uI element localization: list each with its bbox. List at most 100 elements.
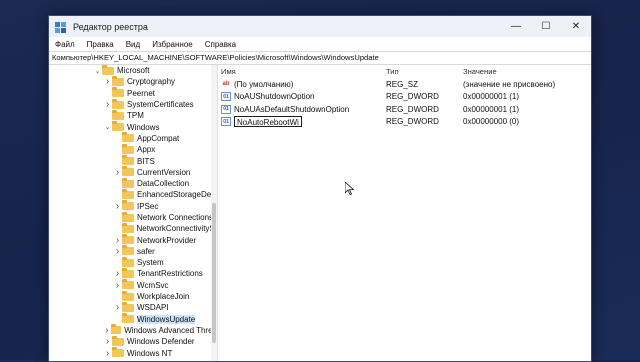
tree-item[interactable]: ⌄ Windows: [49, 121, 217, 132]
rename-value-input[interactable]: NoAutoRebootWi: [234, 116, 302, 128]
chevron-right-icon[interactable]: ›: [113, 302, 122, 313]
folder-icon: [110, 324, 122, 335]
tree-item-label: IPSec: [137, 201, 159, 211]
tree-item[interactable]: › NetworkProvider: [49, 234, 217, 246]
tree-item-label: WSDAPI: [137, 303, 169, 313]
tree-item[interactable]: › Cryptography: [49, 75, 217, 87]
value-name-label: NoAUAsDefaultShutdownOption: [234, 104, 350, 114]
address-bar[interactable]: Компьютер\HKEY_LOCAL_MACHINE\SOFTWARE\Po…: [49, 51, 591, 65]
tree-item-label: SystemCertificates: [127, 100, 194, 110]
tree-item-label: Windows NT: [127, 348, 173, 358]
tree-item-label: safer: [137, 246, 155, 256]
minimize-button[interactable]: —: [501, 16, 531, 37]
column-header-type[interactable]: Тип: [386, 67, 463, 76]
folder-icon: [112, 347, 124, 358]
tree-item[interactable]: › Windows Advanced Threa: [49, 324, 217, 336]
chevron-right-icon[interactable]: ›: [103, 76, 112, 87]
tree-item[interactable]: Network Connections: [49, 211, 217, 223]
string-value-icon: ab: [222, 81, 230, 88]
chevron-right-icon[interactable]: ›: [113, 235, 122, 246]
close-button[interactable]: ✕: [561, 16, 591, 37]
value-row[interactable]: 01 NoAutoRebootWi REG_DWORD 0x00000000 (0): [218, 116, 591, 129]
folder-icon: [122, 313, 134, 324]
tree-item[interactable]: TPM: [49, 109, 217, 121]
key-tree-pane[interactable]: ⌄ Microsoft › Cryptography Peernet › SystemCer…: [49, 65, 218, 361]
tree-item[interactable]: › Windows Defender: [49, 335, 217, 347]
menu-edit[interactable]: Правка: [87, 40, 114, 49]
mouse-cursor-icon: [345, 182, 354, 195]
chevron-right-icon[interactable]: ›: [113, 246, 122, 257]
close-icon: ✕: [571, 21, 581, 32]
chevron-right-icon[interactable]: ›: [103, 336, 112, 347]
tree-item[interactable]: › TenantRestrictions: [49, 267, 217, 279]
chevron-right-icon[interactable]: ›: [113, 268, 122, 279]
chevron-right-icon[interactable]: ›: [113, 280, 122, 291]
binary-value-icon: 01: [221, 117, 231, 127]
tree-item-label: EnhancedStorageDevi: [136, 190, 217, 200]
tree-item[interactable]: WindowsUpdate: [49, 313, 217, 325]
tree-item[interactable]: › CurrentVersion: [49, 166, 217, 178]
folder-icon: [122, 290, 134, 301]
tree-item[interactable]: System: [49, 256, 217, 268]
registry-editor-app-icon: [55, 21, 67, 33]
tree-scrollbar-thumb[interactable]: [212, 203, 216, 343]
tree-item[interactable]: › IPSec: [49, 200, 217, 212]
tree-item[interactable]: › WcmSvc: [49, 279, 217, 291]
tree-item[interactable]: › Windows NT: [49, 347, 217, 359]
tree-item-label: TenantRestrictions: [137, 269, 203, 279]
maximize-button[interactable]: ☐: [531, 16, 561, 37]
tree-item-label: WindowsUpdate: [137, 314, 196, 324]
chevron-right-icon[interactable]: ›: [113, 167, 122, 178]
value-name-label: NoAUShutdownOption: [234, 92, 315, 102]
value-type-cell: REG_DWORD: [386, 104, 439, 114]
tree-item[interactable]: WorkplaceJoin: [49, 290, 217, 302]
value-type-cell: REG_DWORD: [386, 92, 439, 102]
tree-item[interactable]: DataCollection: [49, 177, 217, 189]
list-header: Имя Тип Значение: [218, 65, 591, 78]
folder-icon: [102, 65, 114, 75]
tree-item-label: Peernet: [127, 88, 156, 98]
tree-item[interactable]: BITS: [49, 155, 217, 166]
binary-value-icon: 01: [221, 92, 231, 102]
column-header-name[interactable]: Имя: [218, 67, 386, 76]
folder-icon: [112, 98, 124, 109]
chevron-right-icon[interactable]: ›: [103, 325, 111, 336]
value-row[interactable]: 01 NoAUShutdownOption REG_DWORD 0x00000001 …: [218, 91, 591, 104]
tree-item-label: BITS: [137, 156, 155, 166]
chevron-right-icon[interactable]: ›: [103, 99, 112, 110]
value-data-cell: 0x00000001 (1): [463, 104, 520, 114]
maximize-icon: ☐: [541, 21, 551, 32]
column-header-value[interactable]: Значение: [463, 67, 591, 76]
tree-item[interactable]: Appx: [49, 143, 217, 155]
chevron-down-icon[interactable]: ⌄: [103, 123, 112, 131]
menu-bar: Файл Правка Вид Избранное Справка: [49, 37, 591, 51]
tree-item[interactable]: › WSDAPI: [49, 301, 217, 313]
chevron-right-icon[interactable]: ›: [113, 201, 122, 212]
folder-icon: [121, 222, 134, 233]
value-name-cell: ab (По умолчанию): [218, 80, 386, 89]
tree-scrollbar[interactable]: [211, 65, 217, 361]
value-row[interactable]: 01 NoAUAsDefaultShutdownOption REG_DWORD 0x…: [218, 103, 591, 116]
value-name-cell: 01 NoAUShutdownOption: [218, 92, 386, 102]
menu-favorites[interactable]: Избранное: [152, 40, 193, 49]
tree-item-label: AppCompat: [137, 133, 180, 143]
tree-item-label: Appx: [137, 145, 156, 155]
tree-item[interactable]: Peernet: [49, 87, 217, 99]
tree-item[interactable]: NetworkConnectivitySt: [49, 222, 217, 234]
tree-item[interactable]: ⌄ Microsoft: [49, 65, 217, 76]
value-row[interactable]: ab (По умолчанию) REG_SZ (значение не присв…: [218, 78, 591, 91]
folder-icon: [112, 109, 124, 120]
tree-item[interactable]: › safer: [49, 245, 217, 257]
menu-view[interactable]: Вид: [126, 40, 140, 49]
tree-item[interactable]: › SystemCertificates: [49, 98, 217, 110]
tree-item-label: Windows Advanced Threa: [124, 325, 217, 335]
folder-icon: [122, 267, 134, 278]
window-title: Редактор реестра: [73, 21, 148, 32]
tree-item[interactable]: AppCompat: [49, 132, 217, 144]
chevron-down-icon[interactable]: ⌄: [93, 67, 102, 75]
tree-item[interactable]: EnhancedStorageDevi: [49, 188, 217, 200]
menu-file[interactable]: Файл: [55, 40, 75, 49]
menu-help[interactable]: Справка: [205, 40, 236, 49]
chevron-right-icon[interactable]: ›: [103, 348, 112, 359]
values-list-pane[interactable]: Имя Тип Значение ab (По умолчанию) REG_SZ (…: [218, 65, 591, 361]
